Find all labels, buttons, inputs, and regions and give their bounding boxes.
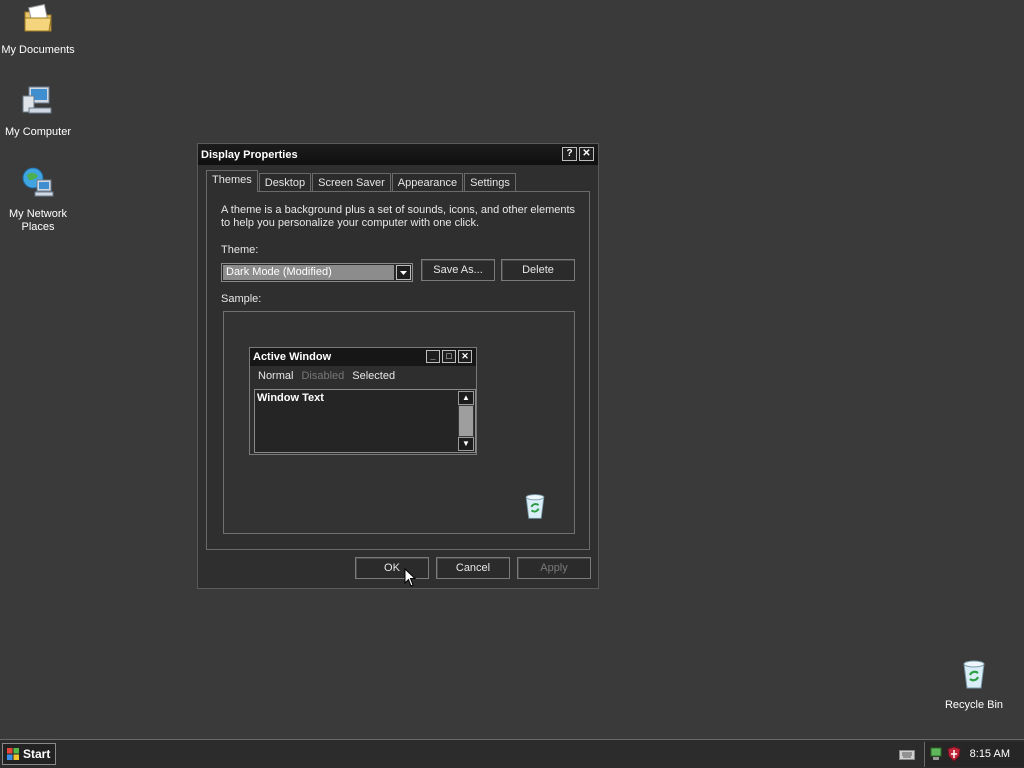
save-as-button[interactable]: Save As...	[421, 259, 495, 281]
theme-description: A theme is a background plus a set of so…	[221, 204, 576, 229]
mouse-cursor-icon	[404, 568, 416, 587]
desktop-icon-my-documents[interactable]: My Documents	[0, 2, 76, 57]
close-button[interactable]: ✕	[579, 147, 594, 161]
sample-scrollbar: ▲ ▼	[458, 391, 474, 451]
start-button[interactable]: Start	[2, 743, 56, 765]
sample-active-window: Active Window _ □ ✕ Normal Disabled Sele…	[249, 347, 477, 455]
clock[interactable]: 8:15 AM	[970, 748, 1010, 760]
theme-dropdown[interactable]: Dark Mode (Modified)	[221, 263, 413, 282]
recycle-bin-icon	[525, 494, 545, 519]
sample-menu-normal: Normal	[258, 370, 294, 382]
display-properties-dialog: Display Properties ? ✕ Themes Desktop Sc…	[197, 143, 599, 589]
scroll-down-icon: ▼	[458, 437, 474, 451]
help-button[interactable]: ?	[562, 147, 577, 161]
tab-strip: Themes Desktop Screen Saver Appearance S…	[206, 170, 517, 192]
sample-menu-bar: Normal Disabled Selected	[250, 366, 476, 386]
dropdown-arrow-button[interactable]	[396, 265, 411, 280]
sample-menu-selected: Selected	[352, 370, 396, 382]
tab-themes[interactable]: Themes	[206, 170, 258, 192]
desktop-icon-label: My Documents	[1, 44, 75, 56]
close-icon: ✕	[458, 350, 472, 363]
desktop-icon-recycle-bin[interactable]: Recycle Bin	[936, 657, 1012, 712]
theme-dropdown-value: Dark Mode (Modified)	[223, 265, 394, 280]
my-documents-icon	[24, 3, 52, 32]
cancel-button[interactable]: Cancel	[436, 557, 510, 579]
tab-screen-saver[interactable]: Screen Saver	[312, 173, 391, 192]
sample-label: Sample:	[221, 293, 262, 305]
network-status-icon[interactable]	[929, 746, 943, 762]
tab-appearance[interactable]: Appearance	[391, 173, 464, 192]
theme-label: Theme:	[221, 244, 259, 256]
apply-button[interactable]: Apply	[517, 557, 591, 579]
tab-desktop[interactable]: Desktop	[258, 173, 312, 192]
recycle-bin-icon	[963, 660, 985, 689]
network-places-icon	[22, 167, 54, 197]
ok-button[interactable]: OK	[355, 557, 429, 579]
sample-window-text: Window Text	[257, 392, 324, 404]
desktop-icon-label: Recycle Bin	[944, 699, 1004, 711]
chevron-down-icon	[400, 271, 407, 275]
dialog-titlebar[interactable]: Display Properties ? ✕	[198, 144, 598, 165]
desktop-icon-label: My Network Places	[8, 208, 68, 233]
maximize-icon: □	[442, 350, 456, 363]
desktop-icon-my-computer[interactable]: My Computer	[0, 84, 76, 139]
security-shield-icon[interactable]	[947, 746, 961, 762]
keyboard-icon[interactable]	[899, 748, 915, 760]
desktop-icon-network-places[interactable]: My Network Places	[0, 166, 76, 234]
taskbar: Start 8:15 AM	[0, 739, 1024, 768]
dialog-title: Display Properties	[201, 148, 298, 161]
scroll-up-icon: ▲	[458, 391, 474, 405]
theme-sample-preview: Active Window _ □ ✕ Normal Disabled Sele…	[223, 311, 575, 534]
delete-button[interactable]: Delete	[501, 259, 575, 281]
scroll-thumb	[459, 406, 473, 436]
themes-panel: A theme is a background plus a set of so…	[206, 191, 590, 550]
sample-window-titlebar: Active Window _ □ ✕	[250, 348, 476, 366]
system-tray: 8:15 AM	[924, 742, 1024, 767]
start-label: Start	[23, 747, 51, 761]
windows-logo-icon	[7, 748, 19, 760]
sample-window-title: Active Window	[253, 351, 332, 363]
tab-settings[interactable]: Settings	[464, 173, 516, 192]
sample-text-area: Window Text ▲ ▼	[254, 389, 476, 453]
desktop-icon-label: My Computer	[4, 126, 72, 138]
minimize-icon: _	[426, 350, 440, 363]
sample-menu-disabled: Disabled	[301, 370, 345, 382]
my-computer-icon	[22, 86, 52, 114]
